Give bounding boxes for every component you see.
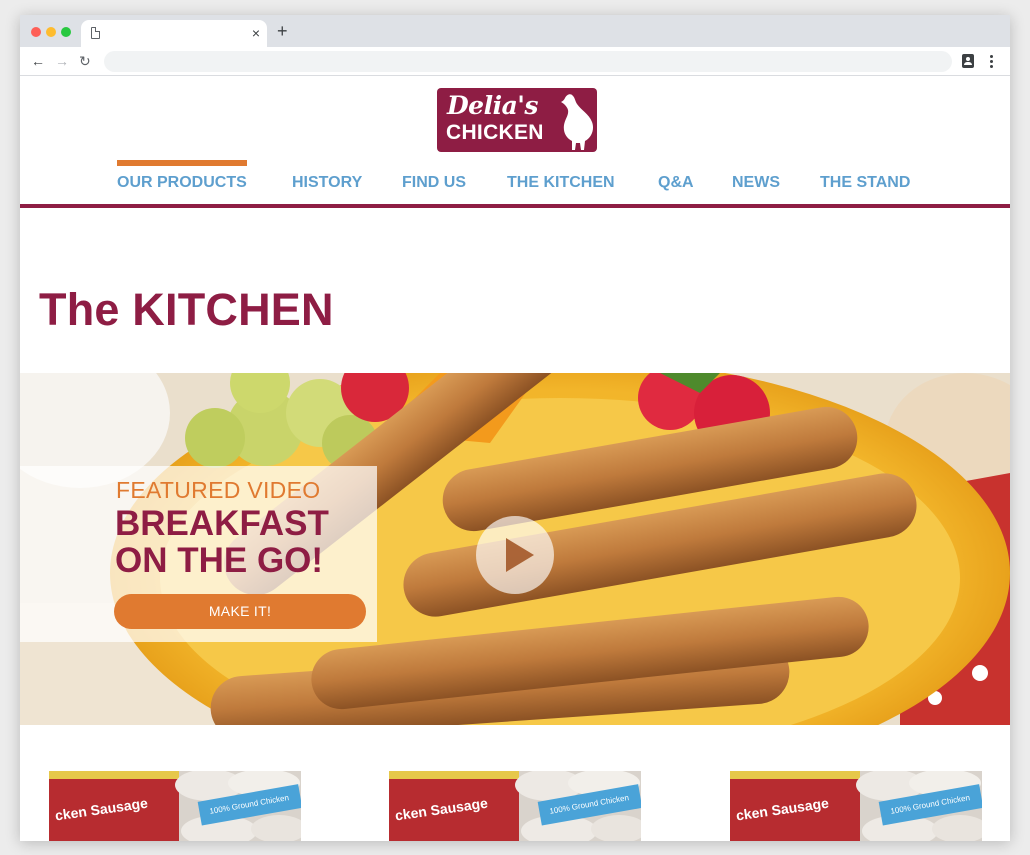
play-icon[interactable] <box>476 516 554 594</box>
nav-the-kitchen[interactable]: THE KITCHEN <box>507 174 615 192</box>
nav-history[interactable]: HISTORY <box>292 174 362 192</box>
browser-window: × + ← → ↻ Delia's CHICKEN OUR PRODUCTS H… <box>20 15 1010 841</box>
website-content: Delia's CHICKEN OUR PRODUCTS HISTORY FIN… <box>20 77 1010 841</box>
featured-video-card: FEATURED VIDEO BREAKFAST ON THE GO! MAKE… <box>20 466 377 642</box>
minimize-window-button[interactable] <box>46 27 56 37</box>
browser-toolbar: ← → ↻ <box>20 47 1010 76</box>
nav-the-stand[interactable]: THE STAND <box>820 174 910 192</box>
nav-news[interactable]: NEWS <box>732 174 780 192</box>
recipe-thumbnail[interactable]: cken Sausage 100% Ground Chicken <box>49 771 301 841</box>
delias-chicken-logo[interactable]: Delia's CHICKEN <box>437 88 597 152</box>
featured-title-line-1: BREAKFAST <box>115 504 329 543</box>
maximize-window-button[interactable] <box>61 27 71 37</box>
close-window-button[interactable] <box>31 27 41 37</box>
page-title: The KITCHEN <box>39 284 334 335</box>
nav-find-us[interactable]: FIND US <box>402 174 466 192</box>
make-it-button[interactable]: MAKE IT! <box>114 594 366 629</box>
document-icon <box>91 27 100 39</box>
nav-qa[interactable]: Q&A <box>658 174 694 192</box>
profile-icon[interactable] <box>962 54 974 68</box>
tab-close-icon[interactable]: × <box>252 24 260 42</box>
featured-video-hero[interactable]: FEATURED VIDEO BREAKFAST ON THE GO! MAKE… <box>20 373 1010 725</box>
address-bar[interactable] <box>104 51 952 72</box>
sausage-package-photo: cken Sausage 100% Ground Chicken <box>730 771 982 841</box>
main-navigation: OUR PRODUCTS HISTORY FIND US THE KITCHEN… <box>20 160 1010 199</box>
hen-silhouette-icon <box>561 94 594 150</box>
logo-wordmark: CHICKEN <box>446 121 544 144</box>
new-tab-icon[interactable]: + <box>277 21 288 41</box>
sausage-package-photo: cken Sausage 100% Ground Chicken <box>49 771 301 841</box>
back-arrow-icon[interactable]: ← <box>31 52 45 70</box>
recipe-thumbnail[interactable]: cken Sausage 100% Ground Chicken <box>389 771 641 841</box>
featured-video-kicker: FEATURED VIDEO <box>116 477 321 503</box>
forward-arrow-icon[interactable]: → <box>55 52 69 70</box>
tab-strip: × + <box>20 15 1010 47</box>
nav-our-products[interactable]: OUR PRODUCTS <box>117 160 247 192</box>
sausage-package-photo: cken Sausage 100% Ground Chicken <box>389 771 641 841</box>
featured-title-line-2: ON THE GO! <box>115 541 324 580</box>
menu-kebab-icon[interactable] <box>990 55 993 68</box>
logo-script-text: Delia's <box>447 91 539 120</box>
browser-tab[interactable]: × <box>81 20 267 47</box>
nav-divider <box>20 204 1010 208</box>
recipe-thumbnail[interactable]: cken Sausage 100% Ground Chicken <box>730 771 982 841</box>
featured-video-title: BREAKFAST ON THE GO! <box>115 505 329 579</box>
reload-icon[interactable]: ↻ <box>79 52 91 70</box>
